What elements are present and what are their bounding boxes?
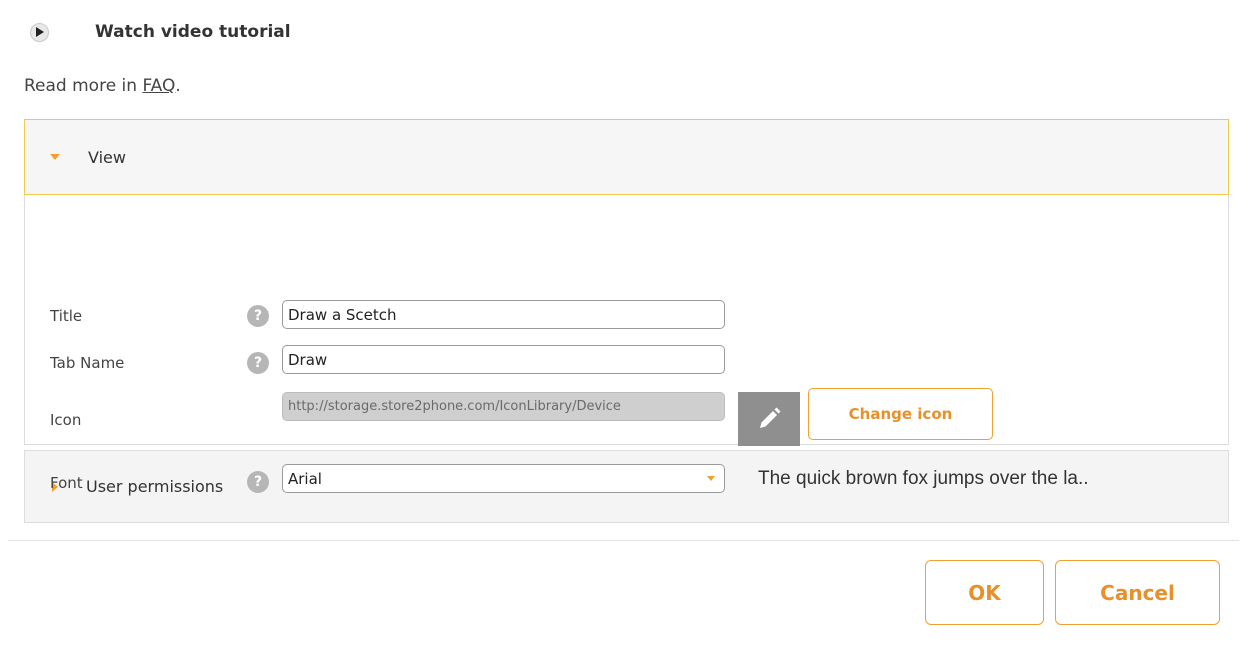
- settings-accordion: View Title ? Draw a Scetch Tab Name ? Dr…: [24, 119, 1229, 523]
- user-permissions-title: User permissions: [86, 477, 224, 496]
- pencil-icon: [760, 407, 781, 428]
- settings-dialog: Watch video tutorial Read more in FAQ. V…: [0, 0, 1251, 648]
- faq-suffix: .: [175, 76, 181, 96]
- play-icon[interactable]: [30, 22, 49, 42]
- font-label: Font: [50, 474, 83, 492]
- footer-divider: [8, 540, 1239, 541]
- tab-name-help-icon[interactable]: ?: [247, 352, 269, 374]
- caret-down-icon: [50, 154, 60, 160]
- dropdown-arrow-icon: [707, 476, 715, 481]
- cancel-button[interactable]: Cancel: [1055, 560, 1220, 625]
- font-help-icon[interactable]: ?: [247, 471, 269, 493]
- font-preview-text: The quick brown fox jumps over the la..: [758, 468, 1089, 489]
- tab-name-label: Tab Name: [50, 354, 125, 372]
- title-help-icon[interactable]: ?: [247, 305, 269, 327]
- icon-label: Icon: [50, 411, 82, 429]
- icon-url-input: http://storage.store2phone.com/IconLibra…: [282, 392, 725, 421]
- faq-text: Read more in FAQ.: [24, 76, 181, 96]
- faq-link[interactable]: FAQ: [142, 76, 175, 96]
- view-panel-body: Title ? Draw a Scetch Tab Name ? Draw Ic…: [24, 195, 1229, 493]
- view-panel-header[interactable]: View: [24, 119, 1229, 195]
- faq-prefix: Read more in: [24, 76, 143, 96]
- title-input[interactable]: Draw a Scetch: [282, 300, 725, 329]
- video-tutorial-link[interactable]: Watch video tutorial: [95, 22, 291, 42]
- tab-name-input[interactable]: Draw: [282, 345, 725, 374]
- ok-button[interactable]: OK: [925, 560, 1044, 625]
- font-select[interactable]: Arial: [282, 464, 725, 493]
- title-label: Title: [50, 307, 83, 325]
- font-select-value: Arial: [288, 469, 322, 488]
- change-icon-button[interactable]: Change icon: [808, 388, 993, 440]
- view-panel-title: View: [88, 147, 126, 167]
- video-tutorial-row[interactable]: Watch video tutorial: [30, 18, 291, 46]
- edit-icon-button[interactable]: [738, 392, 800, 446]
